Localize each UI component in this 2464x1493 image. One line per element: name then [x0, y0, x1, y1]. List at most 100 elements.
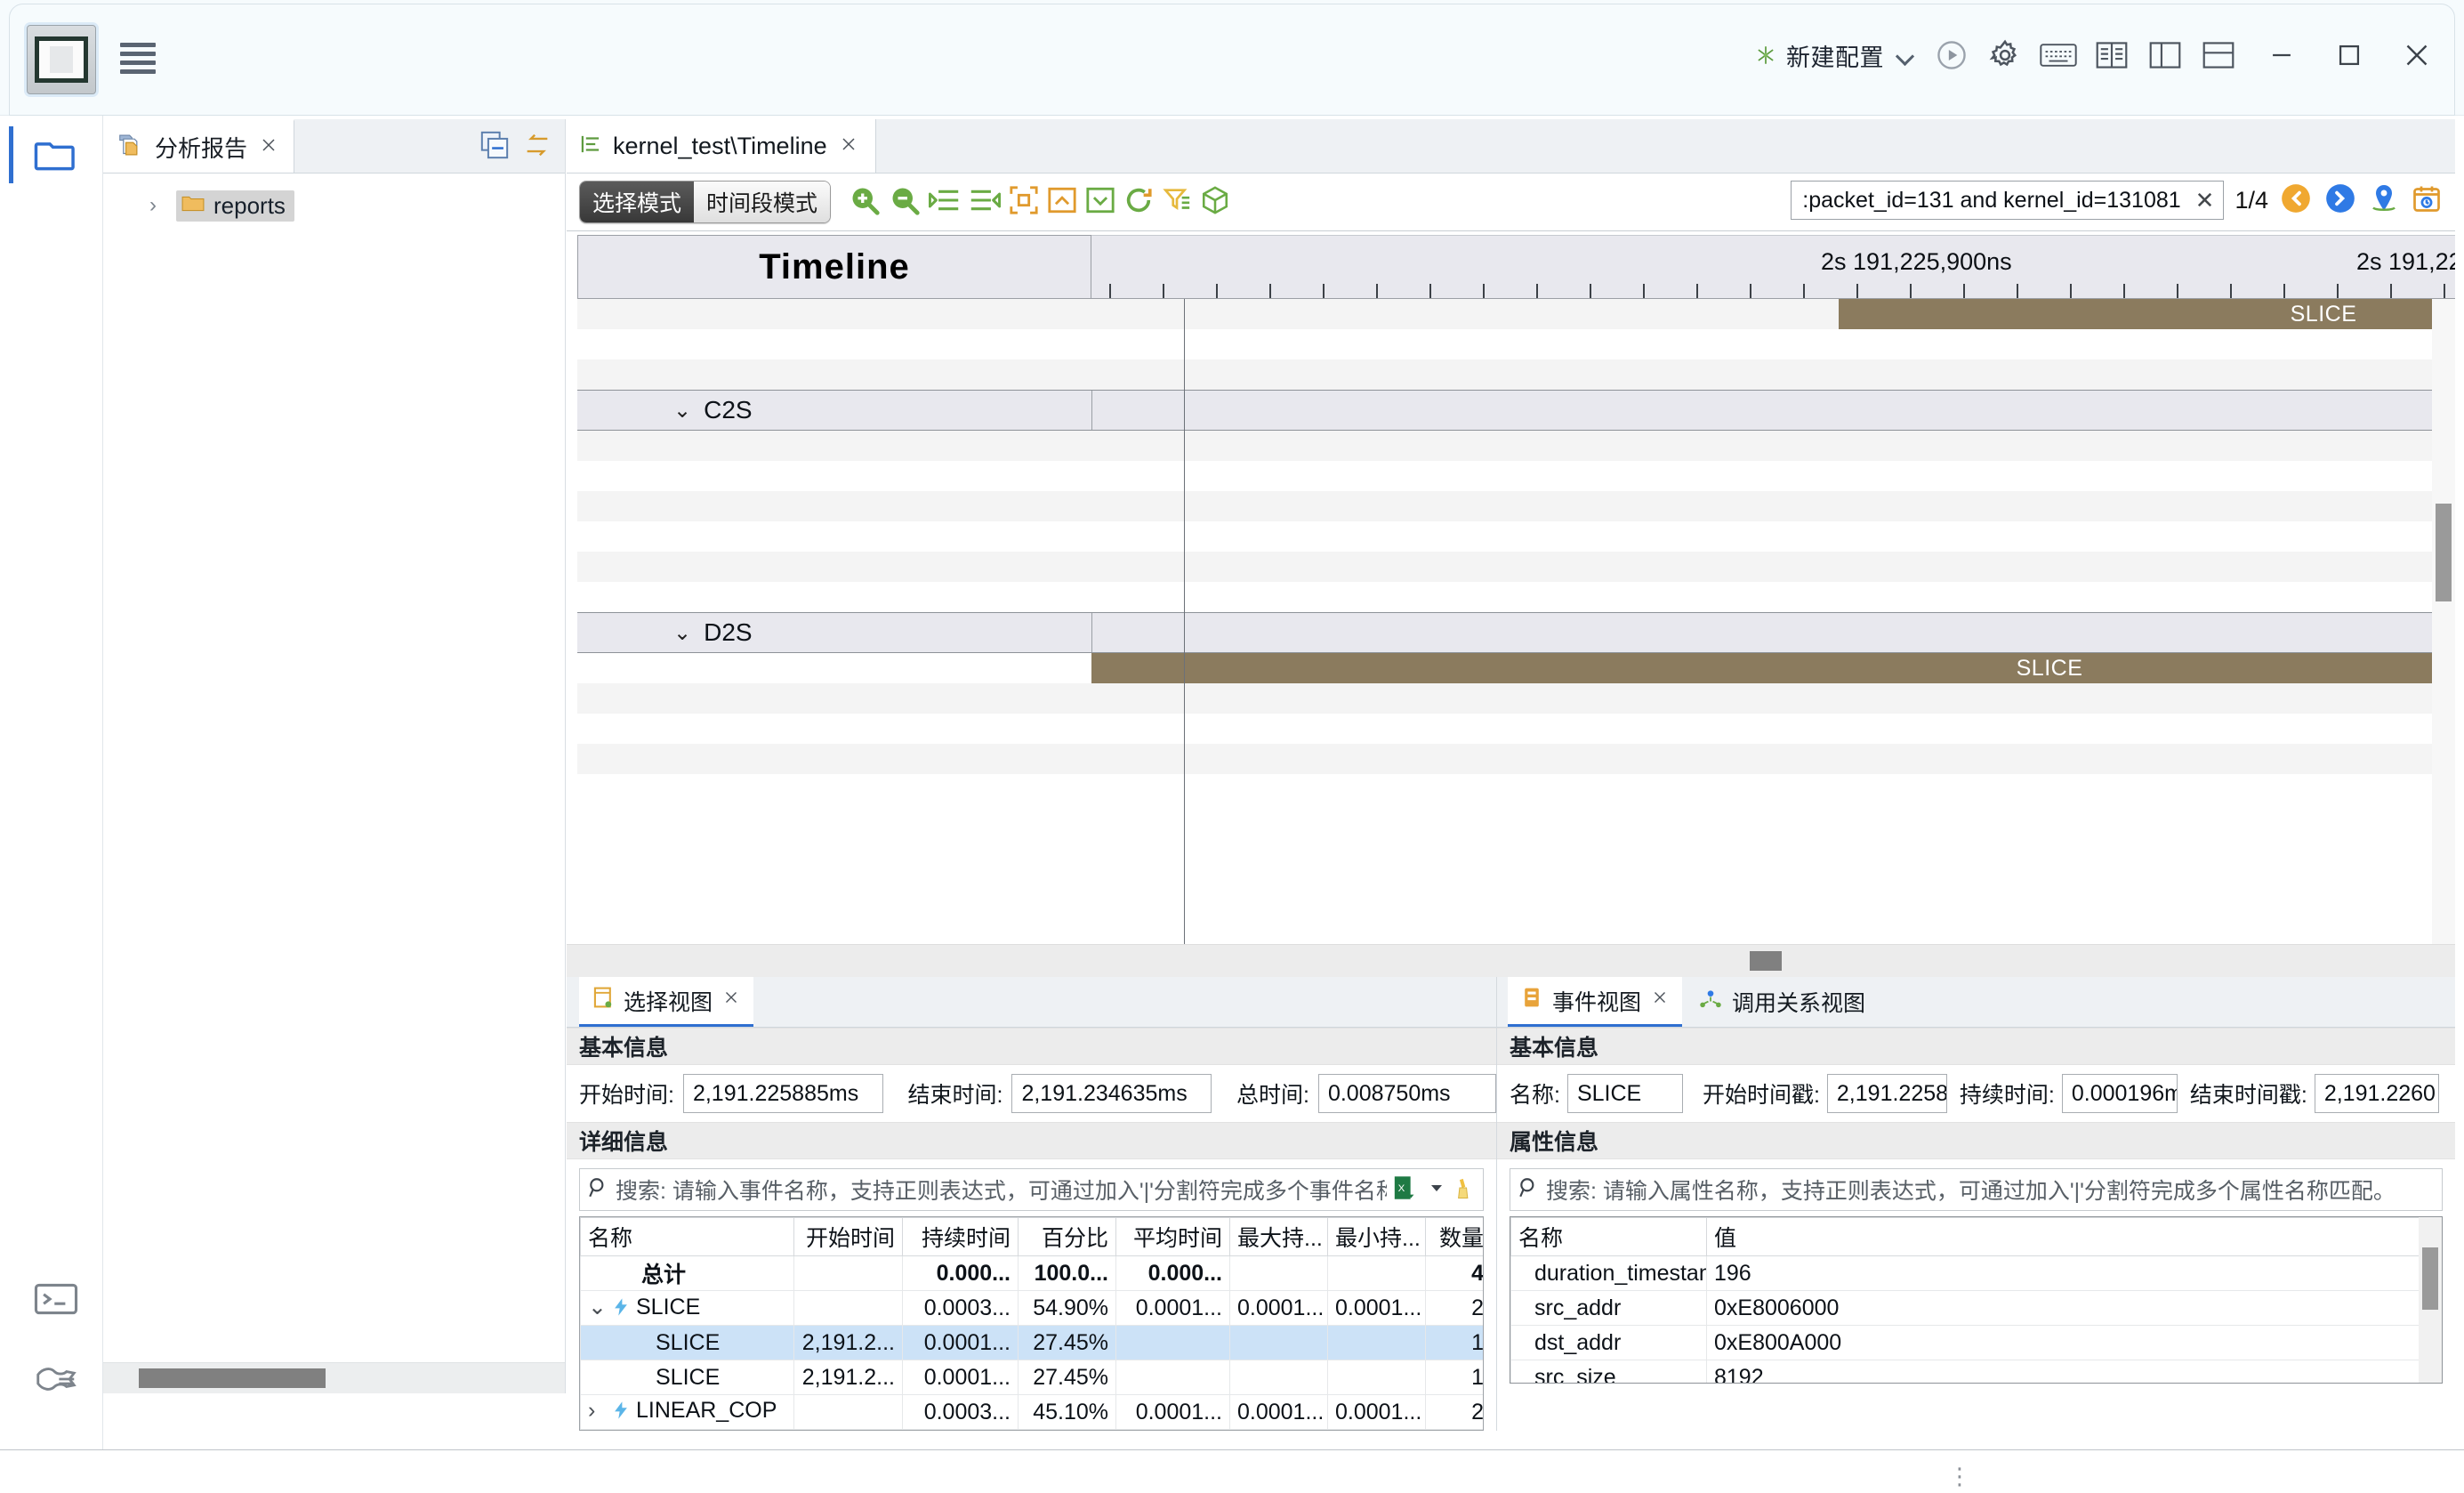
graph-cube-button[interactable]: [1200, 185, 1230, 220]
lane-track[interactable]: [1091, 431, 2455, 461]
lane-d2s-2[interactable]: [577, 714, 2455, 744]
tab-selection-view[interactable]: 选择视图: [579, 977, 754, 1027]
collapse-all-icon[interactable]: [479, 130, 510, 165]
lane-blank-2[interactable]: [577, 359, 2455, 390]
lane-track[interactable]: [1091, 552, 2455, 582]
excel-export-icon[interactable]: X: [1392, 1175, 1415, 1205]
chevron-right-icon[interactable]: ›: [149, 195, 167, 216]
scrollbar-thumb[interactable]: [1750, 951, 1782, 971]
minimize-button[interactable]: [2254, 34, 2309, 77]
timeline-hscrollbar[interactable]: [567, 944, 2455, 977]
lane-d2s-1[interactable]: [577, 683, 2455, 714]
lane-top-slice[interactable]: SLICE: [577, 299, 2455, 329]
config-selector[interactable]: 新建配置: [1749, 35, 1921, 77]
tree-item-reports[interactable]: › reports: [103, 186, 565, 225]
timeline-slice-bar[interactable]: SLICE: [1091, 653, 2455, 683]
align-left-button[interactable]: [928, 186, 961, 219]
tab-call-relation-view[interactable]: 调用关系视图: [1686, 977, 1878, 1027]
timeline-canvas[interactable]: Timeline 2s 191,225,900ns 2s 191,226,000…: [567, 230, 2455, 977]
zoom-in-button[interactable]: [849, 184, 881, 221]
column-header[interactable]: 名称: [580, 1217, 794, 1256]
lane-c2s-6[interactable]: [577, 582, 2455, 612]
lane-track[interactable]: SLICE: [1091, 653, 2455, 683]
lane-c2s-3[interactable]: [577, 491, 2455, 521]
event-search-row[interactable]: 搜索: 请输入属性名称，支持正则表达式，可通过加入'|'分割符完成多个属性名称匹…: [1510, 1168, 2443, 1211]
column-header[interactable]: 名称: [1510, 1217, 1707, 1256]
tab-kernel-test-timeline[interactable]: kernel_test\Timeline: [567, 119, 876, 173]
column-header[interactable]: 平均时间: [1115, 1217, 1230, 1256]
lane-track[interactable]: [1091, 491, 2455, 521]
start-time-field[interactable]: 2,191.225885ms: [682, 1074, 883, 1113]
close-icon[interactable]: ✕: [2195, 187, 2215, 214]
lane-track[interactable]: [1091, 582, 2455, 612]
table-row[interactable]: SLICE 2,191.2... 0.0001... 27.45% 1: [580, 1360, 1483, 1395]
align-right-button[interactable]: [969, 186, 1002, 219]
lane-blank-1[interactable]: [577, 329, 2455, 359]
layout-split-vertical-icon[interactable]: [2142, 34, 2188, 77]
book-icon[interactable]: [2089, 34, 2135, 77]
row-twisty-icon[interactable]: ⌄: [588, 1294, 611, 1320]
lane-track[interactable]: [1091, 329, 2455, 359]
chevron-down-icon[interactable]: [1428, 1179, 1445, 1201]
sidebar-terminal[interactable]: [9, 1255, 103, 1344]
table-row[interactable]: ⌄ SLICE 0.0003... 54.90% 0.0001... 0.0001... 0…: [580, 1290, 1483, 1326]
column-header[interactable]: 最小持...: [1327, 1217, 1426, 1256]
lane-track[interactable]: [1091, 461, 2455, 491]
lane-track[interactable]: [1091, 391, 2455, 430]
lane-track[interactable]: [1091, 744, 2455, 774]
clear-filter-icon[interactable]: [1453, 1175, 1476, 1205]
layout-split-horizontal-icon[interactable]: [2195, 34, 2242, 77]
sidebar-explorer[interactable]: [9, 110, 103, 199]
event-start-ts-field[interactable]: 2,191.2258: [1826, 1074, 1947, 1113]
zoom-out-button[interactable]: [889, 184, 921, 221]
scrollbar-thumb[interactable]: [139, 1368, 326, 1388]
refresh-button[interactable]: [1123, 185, 1154, 220]
lane-track[interactable]: SLICE: [1091, 299, 2455, 329]
selection-search-input[interactable]: 搜索: 请输入事件名称，支持正则表达式，可通过加入'|'分割符完成多个事件名称匹: [616, 1174, 1387, 1206]
sidebar-settings[interactable]: [9, 1335, 103, 1424]
close-icon[interactable]: [258, 134, 279, 160]
maximize-button[interactable]: [2322, 34, 2377, 77]
tab-analysis-report[interactable]: 分析报告: [103, 119, 295, 173]
total-time-field[interactable]: 0.008750ms: [1317, 1074, 1496, 1113]
lane-c2s-4[interactable]: [577, 521, 2455, 552]
chevron-down-icon[interactable]: ⌄: [673, 398, 691, 424]
funnel-button[interactable]: [1162, 185, 1192, 220]
lane-d2s-3[interactable]: [577, 744, 2455, 774]
lane-track[interactable]: [1091, 613, 2455, 652]
close-button[interactable]: [2389, 34, 2444, 77]
hamburger-menu-icon[interactable]: [120, 43, 156, 74]
close-icon[interactable]: [838, 133, 859, 159]
event-end-ts-field[interactable]: 2,191.2260: [2314, 1074, 2439, 1113]
fit-selection-button[interactable]: [1009, 185, 1039, 220]
column-header[interactable]: 数量: [1425, 1217, 1483, 1256]
keyboard-icon[interactable]: [2035, 34, 2082, 77]
link-arrows-icon[interactable]: [522, 130, 552, 165]
scrollbar-thumb[interactable]: [2422, 1247, 2438, 1310]
table-row[interactable]: 总计 0.000... 100.0... 0.000... 4: [580, 1255, 1483, 1291]
event-name-field[interactable]: SLICE: [1566, 1074, 1683, 1113]
mode-select[interactable]: 选择模式: [580, 182, 695, 222]
timeline-ruler[interactable]: 2s 191,225,900ns 2s 191,226,000ns 2s 191…: [1091, 235, 2455, 299]
table-row[interactable]: src_size 8192: [1510, 1360, 2442, 1383]
run-button[interactable]: [1929, 34, 1975, 77]
column-header[interactable]: 值: [1706, 1217, 2442, 1256]
mode-timerange[interactable]: 时间段模式: [694, 182, 831, 222]
close-icon[interactable]: [1650, 988, 1670, 1013]
lane-c2s-2[interactable]: [577, 461, 2455, 491]
lane-c2s-5[interactable]: [577, 552, 2455, 582]
column-header[interactable]: 开始时间: [793, 1217, 903, 1256]
row-twisty-icon[interactable]: ›: [588, 1398, 611, 1424]
filter-input[interactable]: :packet_id=131 and kernel_id=131081 ✕: [1791, 181, 2225, 220]
table-row[interactable]: dst_addr 0xE800A000: [1510, 1325, 2442, 1360]
lane-track[interactable]: [1091, 359, 2455, 390]
table-row[interactable]: duration_timestamp196: [1510, 1255, 2442, 1291]
close-icon[interactable]: [721, 988, 741, 1013]
end-time-field[interactable]: 2,191.234635ms: [1011, 1074, 1212, 1113]
next-match-button[interactable]: [2323, 182, 2357, 220]
event-search-input[interactable]: 搜索: 请输入属性名称，支持正则表达式，可通过加入'|'分割符完成多个属性名称匹…: [1546, 1174, 2435, 1206]
chevron-down-icon[interactable]: [1896, 45, 1916, 65]
timeline-vscrollbar[interactable]: [2432, 299, 2455, 945]
lane-track[interactable]: [1091, 714, 2455, 744]
table-row[interactable]: src_addr 0xE8006000: [1510, 1290, 2442, 1326]
